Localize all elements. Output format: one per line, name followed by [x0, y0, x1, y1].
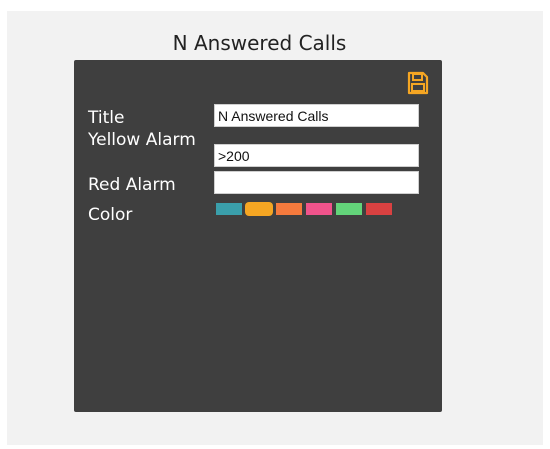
color-swatch-orange[interactable]: [246, 203, 272, 215]
color-swatch-red[interactable]: [366, 203, 392, 215]
color-swatch-pink[interactable]: [306, 203, 332, 215]
color-swatch-teal[interactable]: [216, 203, 242, 215]
red-alarm-label: Red Alarm: [88, 175, 176, 195]
widget-editor: N Answered Calls Title Yellow Alarm Red …: [7, 11, 543, 445]
color-swatch-green[interactable]: [336, 203, 362, 215]
color-swatch-list: [216, 203, 392, 217]
red-alarm-input[interactable]: [214, 171, 419, 194]
yellow-alarm-input[interactable]: [214, 144, 419, 167]
color-label: Color: [88, 205, 133, 225]
title-input[interactable]: [214, 104, 419, 127]
settings-panel: Title Yellow Alarm Red Alarm Color: [74, 60, 442, 412]
color-swatch-coral[interactable]: [276, 203, 302, 215]
yellow-alarm-label: Yellow Alarm: [88, 130, 196, 150]
save-icon: [407, 71, 429, 95]
widget-title: N Answered Calls: [172, 31, 347, 55]
save-button[interactable]: [407, 71, 429, 95]
title-label: Title: [88, 108, 125, 128]
